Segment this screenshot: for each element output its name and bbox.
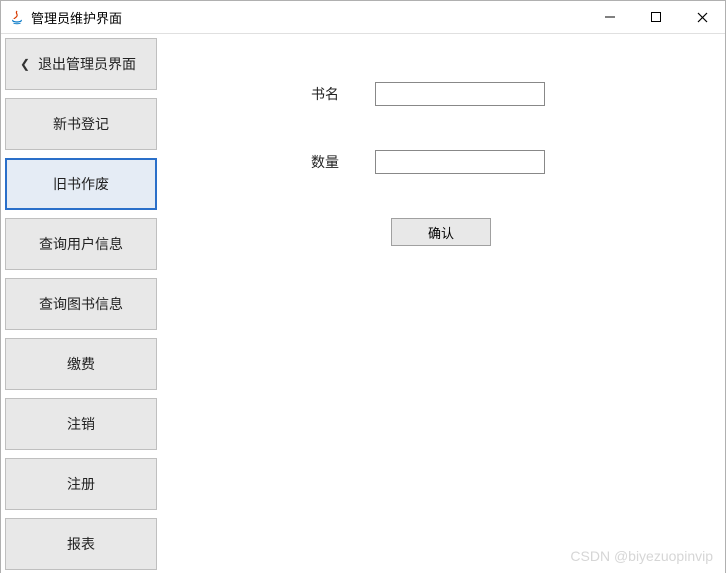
sidebar-item-label: 注册 (67, 474, 95, 494)
quantity-input[interactable] (375, 150, 545, 174)
java-app-icon (9, 9, 25, 25)
minimize-button[interactable] (587, 1, 633, 33)
sidebar-item-label: 缴费 (67, 354, 95, 374)
confirm-row: 确认 (391, 218, 725, 246)
sidebar: ❮ 退出管理员界面 新书登记 旧书作废 查询用户信息 查询图书信息 缴费 注销 (1, 34, 161, 582)
sidebar-item-label: 退出管理员界面 (38, 54, 136, 74)
sidebar-item-label: 旧书作废 (53, 174, 109, 194)
sidebar-item-register-book[interactable]: 新书登记 (5, 98, 157, 150)
sidebar-item-register[interactable]: 注册 (5, 458, 157, 510)
sidebar-item-label: 注销 (67, 414, 95, 434)
form-row-book-name: 书名 (311, 82, 725, 106)
app-window: 管理员维护界面 ❮ 退出管理员界面 新书登记 旧书作废 查询用户信息 (0, 0, 726, 573)
confirm-button-label: 确认 (428, 223, 454, 242)
content-panel: 书名 数量 确认 (161, 34, 725, 582)
sidebar-item-label: 查询图书信息 (39, 294, 123, 314)
sidebar-item-label: 新书登记 (53, 114, 109, 134)
sidebar-item-payment[interactable]: 缴费 (5, 338, 157, 390)
sidebar-item-label: 查询用户信息 (39, 234, 123, 254)
window-title: 管理员维护界面 (31, 8, 122, 27)
sidebar-item-discard-book[interactable]: 旧书作废 (5, 158, 157, 210)
confirm-button[interactable]: 确认 (391, 218, 491, 246)
body-area: ❮ 退出管理员界面 新书登记 旧书作废 查询用户信息 查询图书信息 缴费 注销 (1, 34, 725, 582)
chevron-left-icon: ❮ (20, 57, 30, 71)
close-button[interactable] (679, 1, 725, 33)
form-row-quantity: 数量 (311, 150, 725, 174)
sidebar-item-logout[interactable]: 注销 (5, 398, 157, 450)
sidebar-item-query-books[interactable]: 查询图书信息 (5, 278, 157, 330)
sidebar-item-query-users[interactable]: 查询用户信息 (5, 218, 157, 270)
sidebar-item-report[interactable]: 报表 (5, 518, 157, 570)
book-name-label: 书名 (311, 84, 361, 104)
book-name-input[interactable] (375, 82, 545, 106)
sidebar-item-exit-admin[interactable]: ❮ 退出管理员界面 (5, 38, 157, 90)
titlebar: 管理员维护界面 (1, 1, 725, 34)
sidebar-item-label: 报表 (67, 534, 95, 554)
maximize-button[interactable] (633, 1, 679, 33)
quantity-label: 数量 (311, 152, 361, 172)
